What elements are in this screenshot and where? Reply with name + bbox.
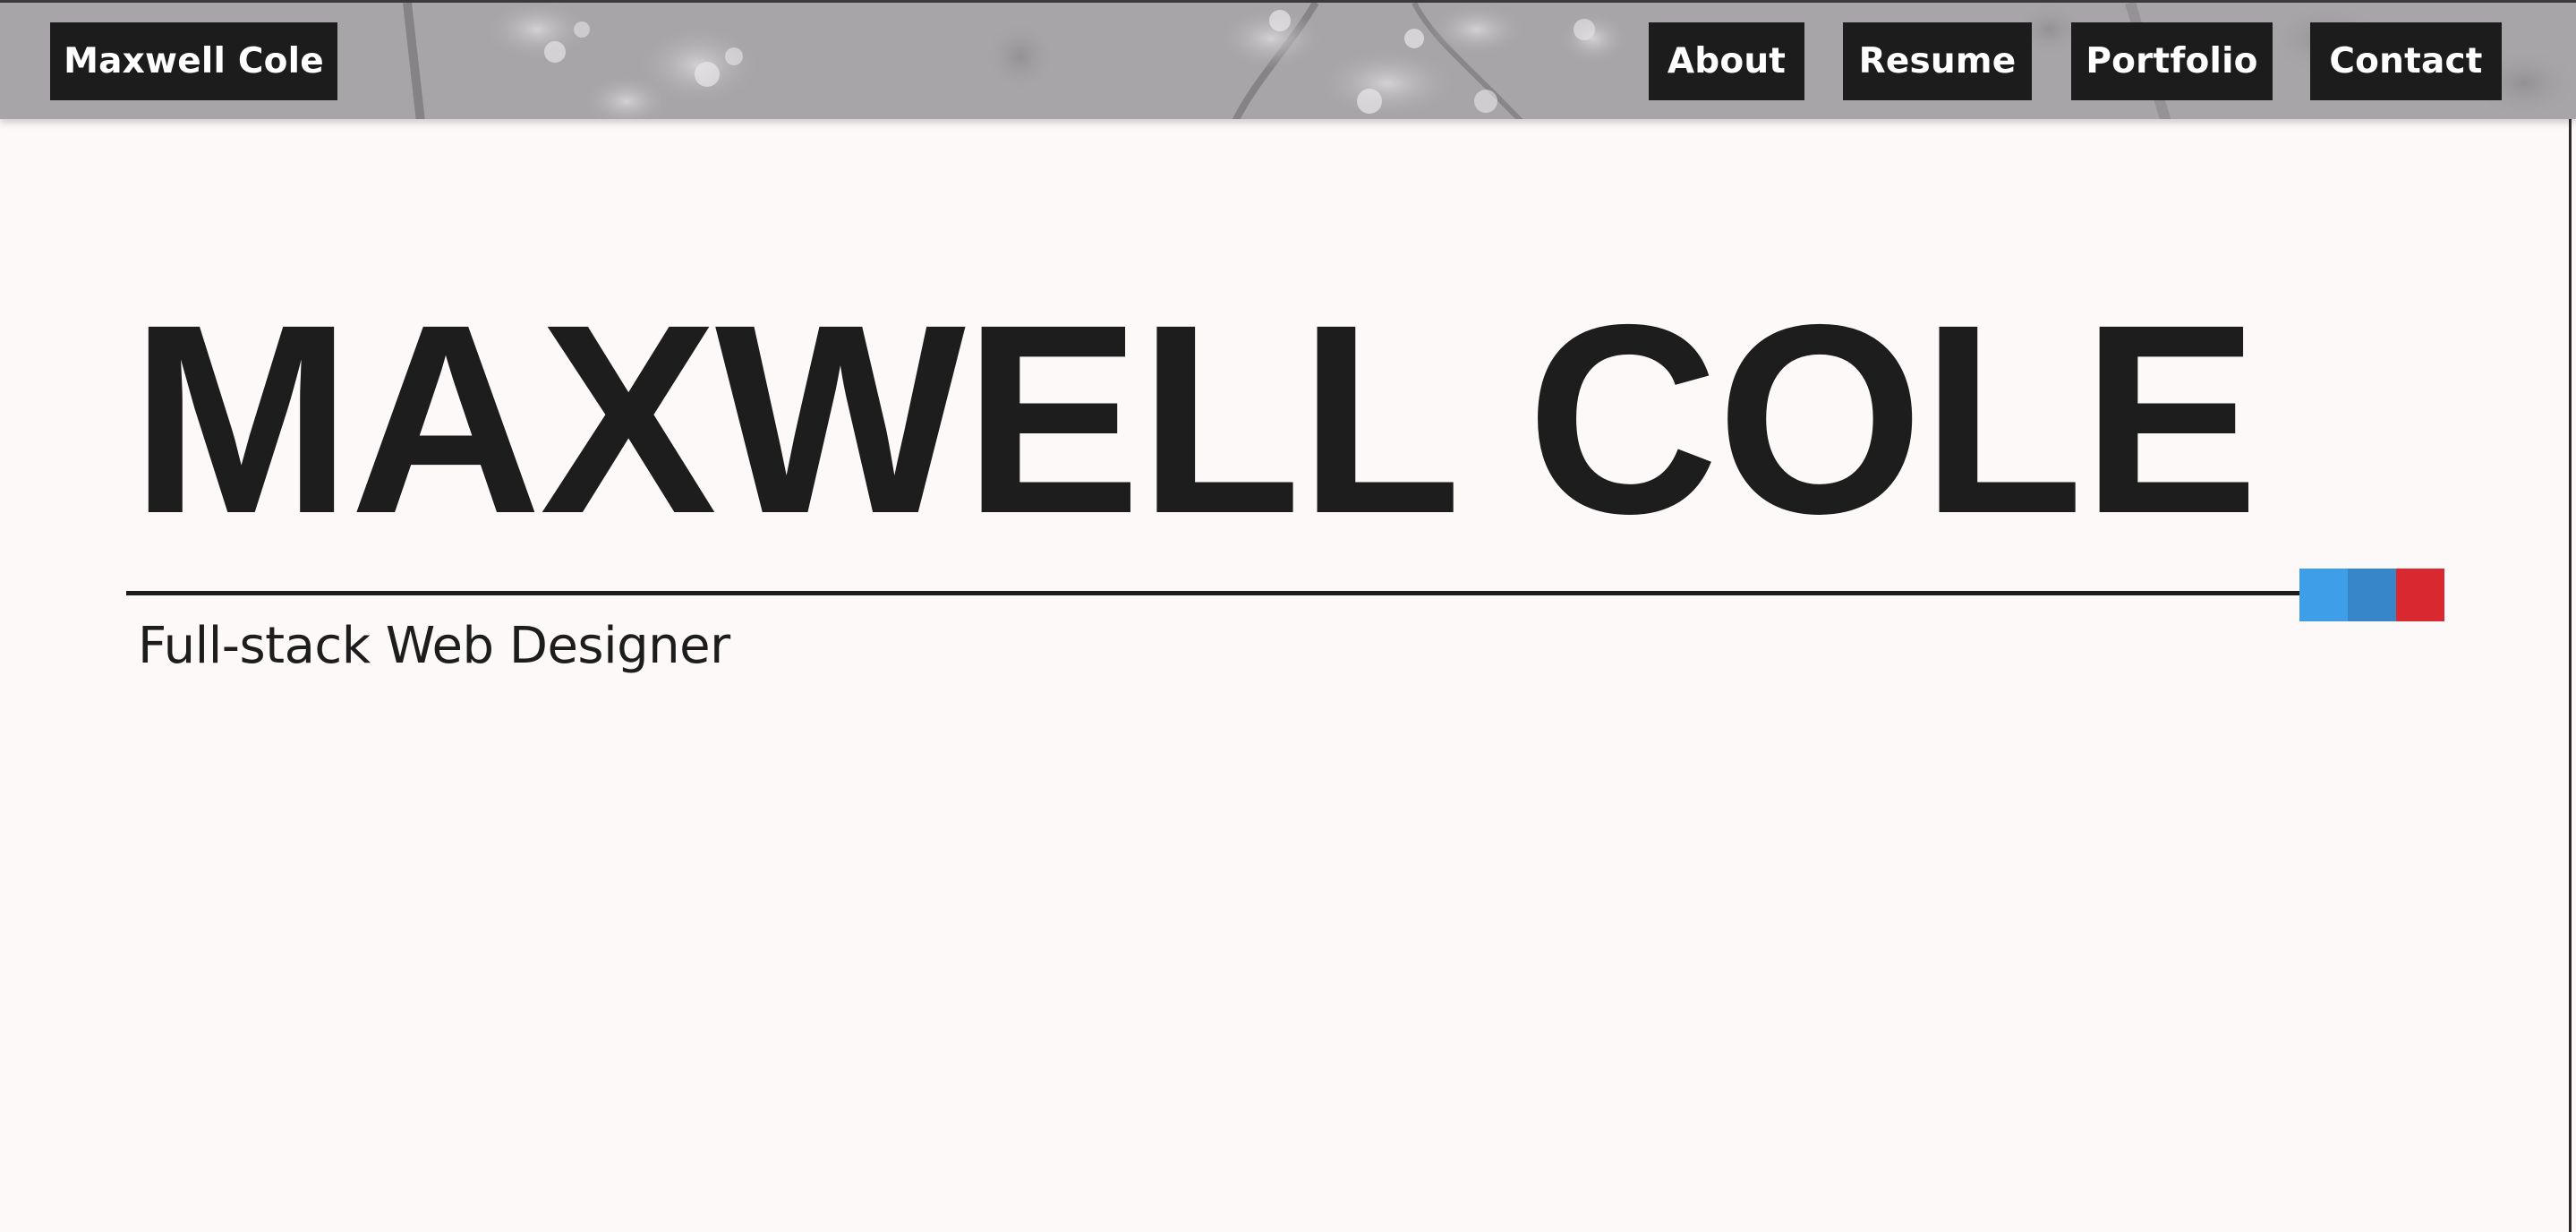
accent-swatch-red [2396,569,2444,621]
nav-portfolio-link[interactable]: Portfolio [2071,22,2273,100]
nav-resume-link[interactable]: Resume [1843,22,2032,100]
site-header: Maxwell Cole About Resume Portfolio Cont… [0,0,2576,119]
nav-about-link[interactable]: About [1649,22,1804,100]
accent-swatches [2299,569,2444,621]
accent-swatch-blue [2348,569,2396,621]
accent-swatch-light-blue [2299,569,2348,621]
hero-title: MAXWELL COLE [131,269,2259,569]
window-edge [2569,119,2572,1232]
nav-contact-link[interactable]: Contact [2310,22,2502,100]
hero-subtitle: Full-stack Web Designer [138,617,730,675]
hero-divider [126,591,2299,595]
brand-home-link[interactable]: Maxwell Cole [50,22,337,100]
